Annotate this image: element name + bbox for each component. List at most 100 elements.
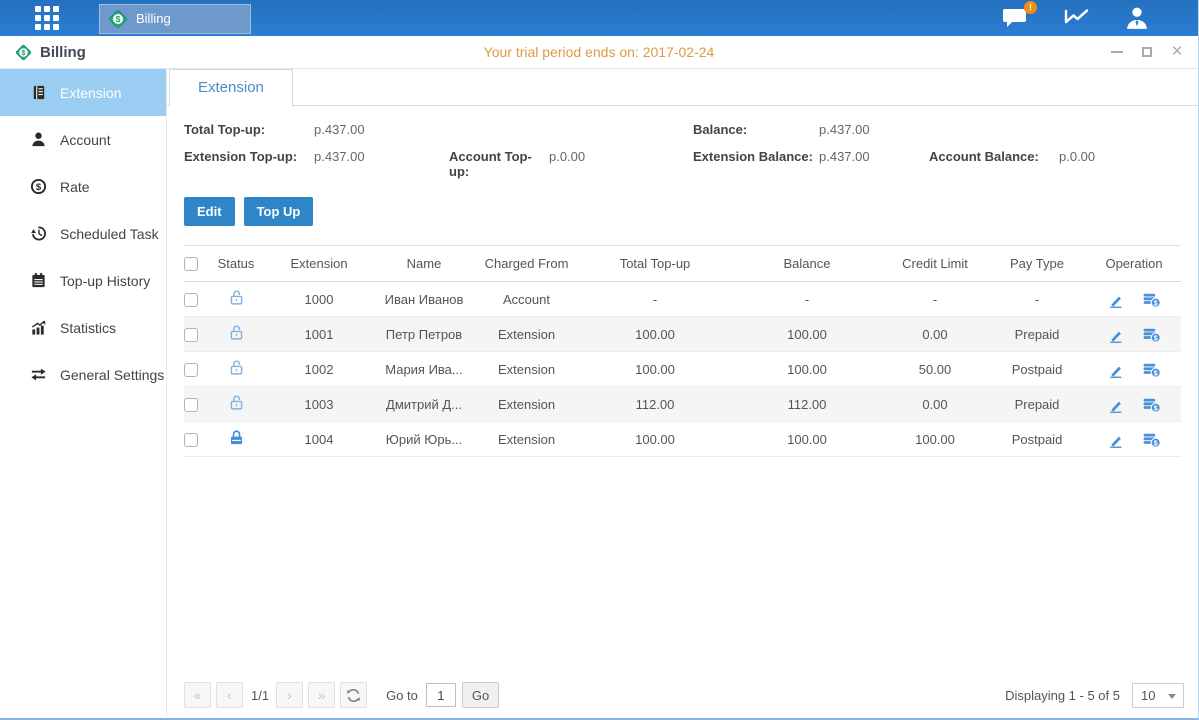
bar-chart-icon xyxy=(30,319,47,336)
cell-name: Иван Иванов xyxy=(374,282,474,317)
chevron-down-icon xyxy=(1168,694,1176,699)
maximize-button[interactable] xyxy=(1140,45,1154,59)
col-total-topup: Total Top-up xyxy=(579,246,731,282)
clock-history-icon xyxy=(30,225,47,242)
row-checkbox[interactable] xyxy=(184,328,198,342)
status-lock-icon[interactable] xyxy=(228,289,245,306)
edit-row-icon[interactable] xyxy=(1107,361,1124,378)
cell-charged-from: Extension xyxy=(474,422,579,457)
status-lock-icon[interactable] xyxy=(228,429,245,446)
col-pay-type: Pay Type xyxy=(987,246,1087,282)
balance-value: p.437.00 xyxy=(819,122,929,137)
edit-button[interactable]: Edit xyxy=(184,197,235,226)
row-checkbox[interactable] xyxy=(184,363,198,377)
unlocked-icon xyxy=(228,394,245,411)
sidebar-item-scheduled-task[interactable]: Scheduled Task xyxy=(0,210,166,257)
first-page-button[interactable]: « xyxy=(184,682,211,708)
billing-dollar-icon: $ xyxy=(107,8,129,30)
prev-page-button[interactable]: ‹ xyxy=(216,682,243,708)
svg-text:$: $ xyxy=(116,14,121,24)
topup-row-icon[interactable]: $ xyxy=(1142,431,1161,448)
ledger-icon xyxy=(30,84,47,101)
edit-row-icon[interactable] xyxy=(1107,291,1124,308)
table-row[interactable]: 1003 Дмитрий Д... Extension 112.00 112.0… xyxy=(184,387,1181,422)
sidebar-item-account[interactable]: Account xyxy=(0,116,166,163)
cell-balance: 112.00 xyxy=(731,387,883,422)
cell-charged-from: Extension xyxy=(474,352,579,387)
sidebar-item-label: Statistics xyxy=(60,320,116,336)
topup-row-icon[interactable]: $ xyxy=(1142,361,1161,378)
row-checkbox[interactable] xyxy=(184,433,198,447)
edit-row-icon[interactable] xyxy=(1107,396,1124,413)
cell-pay-type: Prepaid xyxy=(987,317,1087,352)
col-status: Status xyxy=(208,246,264,282)
cell-pay-type: - xyxy=(987,282,1087,317)
topup-row-icon[interactable]: $ xyxy=(1142,326,1161,343)
status-lock-icon[interactable] xyxy=(228,324,245,341)
cell-name: Юрий Юрь... xyxy=(374,422,474,457)
sidebar-item-general-settings[interactable]: General Settings xyxy=(0,351,166,398)
trial-notice: Your trial period ends on: 2017-02-24 xyxy=(0,44,1198,60)
goto-page-input[interactable] xyxy=(426,683,456,707)
refresh-button[interactable] xyxy=(340,682,367,708)
table-row[interactable]: 1004 Юрий Юрь... Extension 100.00 100.00… xyxy=(184,422,1181,457)
status-lock-icon[interactable] xyxy=(228,394,245,411)
last-page-button[interactable]: » xyxy=(308,682,335,708)
cell-total-topup: 112.00 xyxy=(579,387,731,422)
row-checkbox[interactable] xyxy=(184,293,198,307)
cell-extension: 1000 xyxy=(264,282,374,317)
topup-row-icon[interactable]: $ xyxy=(1142,396,1161,413)
cell-credit-limit: - xyxy=(883,282,987,317)
topup-row-icon[interactable]: $ xyxy=(1142,291,1161,308)
edit-row-icon[interactable] xyxy=(1107,326,1124,343)
app-grid-icon[interactable] xyxy=(35,6,59,30)
notifications-icon[interactable]: ! xyxy=(1002,6,1029,30)
locked-icon xyxy=(228,429,245,446)
page-title: Billing xyxy=(40,44,86,61)
account-topup-value: p.0.00 xyxy=(549,149,693,179)
col-extension: Extension xyxy=(264,246,374,282)
extension-topup-value: p.437.00 xyxy=(314,149,449,179)
close-button[interactable]: × xyxy=(1170,45,1184,59)
sidebar-item-label: Top-up History xyxy=(60,273,150,289)
sidebar-item-label: Rate xyxy=(60,179,90,195)
goto-label: Go to xyxy=(386,688,418,703)
sidebar-item-rate[interactable]: $ Rate xyxy=(0,163,166,210)
tab-extension[interactable]: Extension xyxy=(169,69,293,106)
svg-text:$: $ xyxy=(36,182,42,193)
cell-total-topup: 100.00 xyxy=(579,317,731,352)
cell-credit-limit: 0.00 xyxy=(883,317,987,352)
status-lock-icon[interactable] xyxy=(228,359,245,376)
sidebar-item-statistics[interactable]: Statistics xyxy=(0,304,166,351)
col-name: Name xyxy=(374,246,474,282)
sidebar-item-topup-history[interactable]: Top-up History xyxy=(0,257,166,304)
extension-balance-label: Extension Balance: xyxy=(693,149,819,179)
next-page-button[interactable]: › xyxy=(276,682,303,708)
table-row[interactable]: 1000 Иван Иванов Account - - - - xyxy=(184,282,1181,317)
edit-row-icon[interactable] xyxy=(1107,431,1124,448)
cell-credit-limit: 50.00 xyxy=(883,352,987,387)
total-topup-label: Total Top-up: xyxy=(184,122,314,137)
cell-credit-limit: 100.00 xyxy=(883,422,987,457)
table-row[interactable]: 1002 Мария Ива... Extension 100.00 100.0… xyxy=(184,352,1181,387)
go-button[interactable]: Go xyxy=(462,682,499,708)
cell-pay-type: Prepaid xyxy=(987,387,1087,422)
cell-balance: - xyxy=(731,282,883,317)
col-operation: Operation xyxy=(1087,246,1181,282)
sidebar-item-extension[interactable]: Extension xyxy=(0,69,166,116)
total-topup-value: p.437.00 xyxy=(314,122,449,137)
unlocked-icon xyxy=(228,289,245,306)
table-row[interactable]: 1001 Петр Петров Extension 100.00 100.00… xyxy=(184,317,1181,352)
user-account-icon[interactable] xyxy=(1124,5,1150,31)
page-size-select[interactable]: 10 xyxy=(1132,683,1184,708)
reports-chart-icon[interactable] xyxy=(1063,6,1090,30)
svg-text:$: $ xyxy=(1153,403,1157,412)
top-up-button[interactable]: Top Up xyxy=(244,197,314,226)
minimize-button[interactable] xyxy=(1110,45,1124,59)
row-checkbox[interactable] xyxy=(184,398,198,412)
taskbar-tab-billing[interactable]: $ Billing xyxy=(99,4,251,34)
notification-badge: ! xyxy=(1024,1,1037,14)
select-all-checkbox[interactable] xyxy=(184,257,198,271)
cell-name: Дмитрий Д... xyxy=(374,387,474,422)
svg-text:$: $ xyxy=(1153,438,1157,447)
